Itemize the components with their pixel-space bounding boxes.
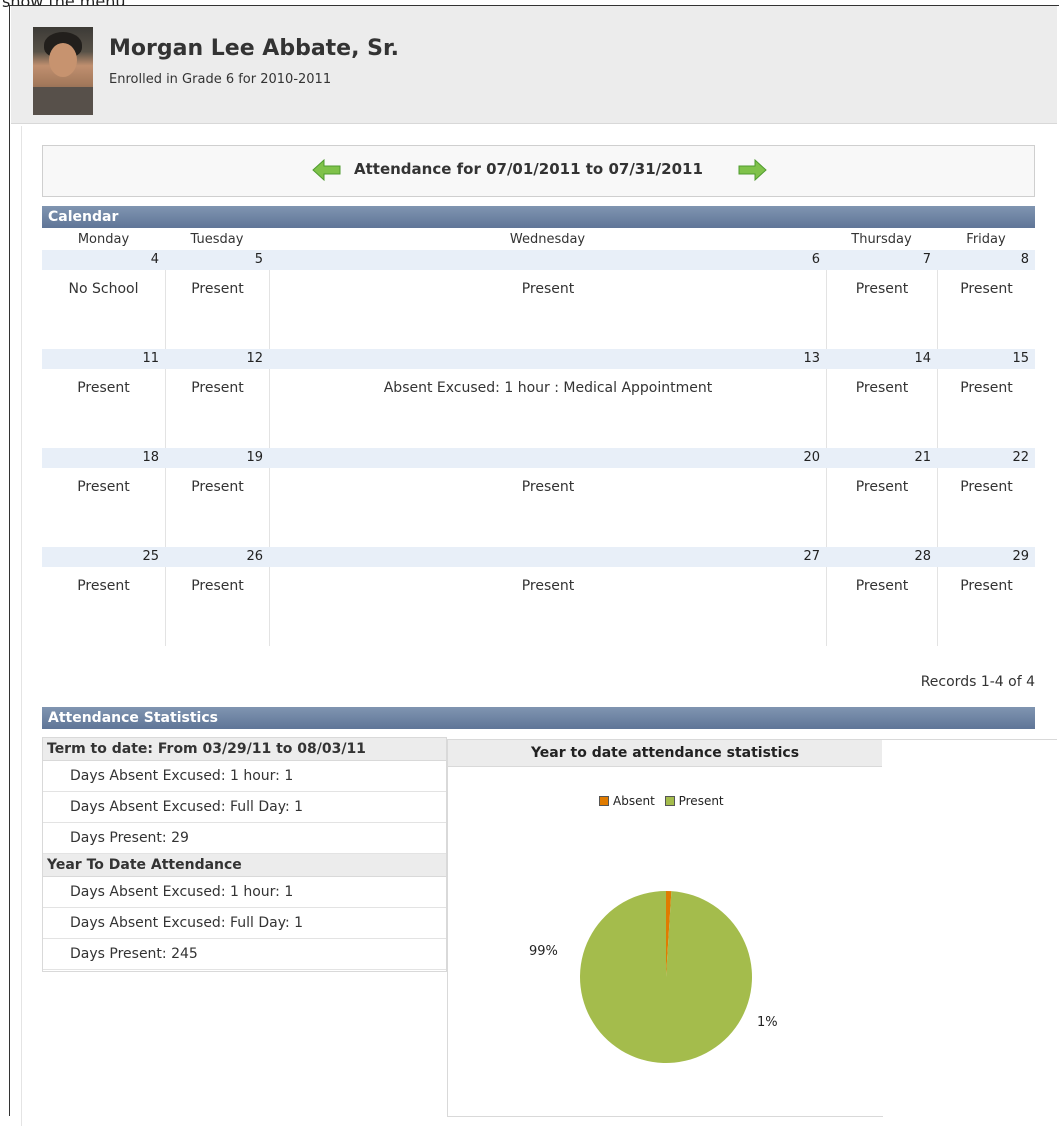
attendance-content: Attendance for 07/01/2011 to 07/31/2011 …: [21, 126, 1057, 1126]
statistics-item: Days Absent Excused: Full Day: 1: [43, 792, 446, 823]
attendance-status: Present: [937, 567, 1035, 646]
day-header-tuesday: Tuesday: [190, 232, 244, 247]
enrollment-info: Enrolled in Grade 6 for 2010-2011: [109, 72, 332, 87]
day-header-monday: Monday: [77, 232, 130, 247]
date-number: 28: [826, 547, 937, 567]
records-count: Records 1-4 of 4: [920, 674, 1035, 690]
week-4-status: Present Present Present Present Present: [42, 567, 1035, 646]
attendance-status: Present: [826, 369, 937, 448]
date-number: 25: [42, 547, 165, 567]
statistics-empty-panel: [882, 739, 1057, 1116]
attendance-statistics-list: Term to date: From 03/29/11 to 08/03/11 …: [42, 737, 447, 972]
attendance-status: Present: [937, 468, 1035, 547]
attendance-status: Present: [826, 468, 937, 547]
date-number: 15: [937, 349, 1035, 369]
day-header-friday: Friday: [966, 232, 1006, 247]
attendance-status: Present: [826, 270, 937, 349]
date-number: 8: [937, 250, 1035, 270]
attendance-status: Present: [77, 479, 130, 495]
week-2-dates: 11 12 13 14 15: [42, 349, 1035, 369]
absent-percent-label: 1%: [757, 1015, 778, 1030]
calendar-day-headers: Monday Tuesday Wednesday Thursday Friday: [42, 230, 1035, 250]
week-1-status: No School Present Present Present Presen…: [42, 270, 1035, 349]
right-arrow-icon[interactable]: [737, 159, 767, 181]
statistics-item: Days Absent Excused: 1 hour: 1: [43, 761, 446, 792]
statistics-item: Days Present: 245: [43, 939, 446, 970]
date-number: 22: [937, 448, 1035, 468]
week-4-dates: 25 26 27 28 29: [42, 547, 1035, 567]
date-number: 20: [269, 448, 826, 468]
date-number: 14: [826, 349, 937, 369]
date-number: 29: [937, 547, 1035, 567]
attendance-status: Present: [165, 567, 269, 646]
present-percent-label: 99%: [529, 944, 558, 959]
statistics-item: Days Absent Excused: 1 hour: 1: [43, 877, 446, 908]
date-number: 21: [826, 448, 937, 468]
attendance-status: Present: [937, 369, 1035, 448]
week-3-dates: 18 19 20 21 22: [42, 448, 1035, 468]
attendance-status: Present: [269, 468, 826, 547]
attendance-calendar: Monday Tuesday Wednesday Thursday Friday…: [42, 230, 1035, 646]
term-to-date-heading: Term to date: From 03/29/11 to 08/03/11: [43, 738, 446, 761]
attendance-status: Present: [269, 567, 826, 646]
date-number: 27: [269, 547, 826, 567]
attendance-status: Absent Excused: 1 hour : Medical Appoint…: [269, 369, 826, 448]
week-1-dates: 4 5 6 7 8: [42, 250, 1035, 270]
day-header-wednesday: Wednesday: [509, 232, 586, 247]
attendance-status: Present: [165, 369, 269, 448]
attendance-status: Present: [269, 270, 826, 349]
left-arrow-icon[interactable]: [312, 159, 342, 181]
date-number: 26: [165, 547, 269, 567]
statistics-item: Days Present: 29: [43, 823, 446, 854]
week-2-status: Present Present Absent Excused: 1 hour :…: [42, 369, 1035, 448]
date-number: 13: [269, 349, 826, 369]
pie-slice-present: [579, 891, 752, 1063]
attendance-status: Present: [77, 578, 130, 594]
statistics-item: Days Absent Excused: Full Day: 1: [43, 908, 446, 939]
calendar-section-header: Calendar: [42, 206, 1035, 228]
attendance-status: Present: [826, 567, 937, 646]
date-range-selector: Attendance for 07/01/2011 to 07/31/2011: [42, 145, 1035, 197]
student-name: Morgan Lee Abbate, Sr.: [109, 36, 400, 61]
day-header-thursday: Thursday: [851, 232, 912, 247]
date-number: 7: [826, 250, 937, 270]
attendance-status: Present: [165, 270, 269, 349]
attendance-status: Present: [937, 270, 1035, 349]
attendance-status: No School: [68, 281, 139, 297]
student-photo: [33, 27, 93, 115]
attendance-date-range: Attendance for 07/01/2011 to 07/31/2011: [354, 160, 703, 178]
week-3-status: Present Present Present Present Present: [42, 468, 1035, 547]
statistics-section-header: Attendance Statistics: [42, 707, 1035, 729]
date-number: 12: [165, 349, 269, 369]
date-number: 18: [42, 448, 165, 468]
attendance-status: Present: [165, 468, 269, 547]
student-header: Morgan Lee Abbate, Sr. Enrolled in Grade…: [11, 6, 1057, 124]
attendance-pie-chart: Year to date attendance statistics Absen…: [447, 739, 883, 1117]
year-to-date-heading: Year To Date Attendance: [43, 854, 446, 877]
date-number: 5: [165, 250, 269, 270]
date-number: 6: [269, 250, 826, 270]
date-number: 11: [42, 349, 165, 369]
attendance-status: Present: [77, 380, 130, 396]
date-number: 19: [165, 448, 269, 468]
pie-chart-svg: [579, 891, 752, 1063]
date-number: 4: [42, 250, 165, 270]
